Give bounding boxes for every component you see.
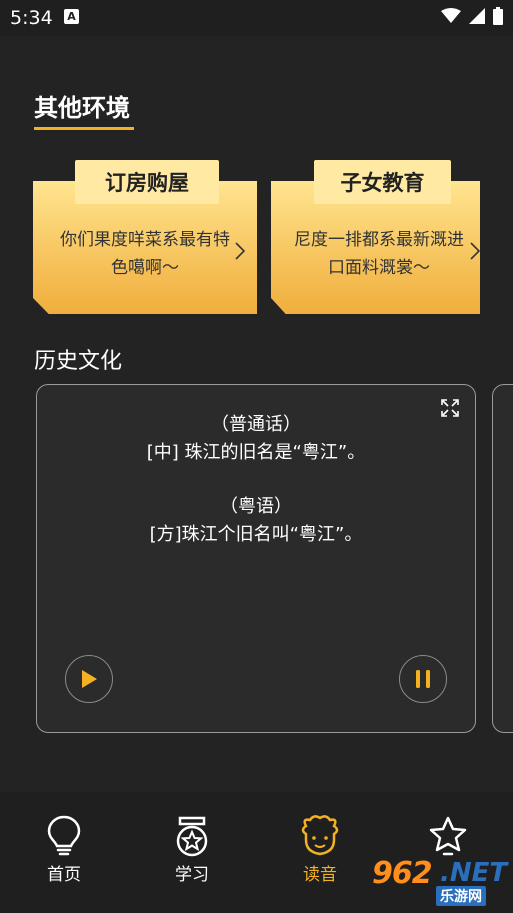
watermark-main: 962 [372, 856, 433, 891]
nav-item-learn[interactable]: 学习 [152, 814, 232, 885]
card-tag: 子女教育 [314, 160, 451, 204]
status-time: 5:34 [10, 7, 53, 29]
chevron-right-icon [470, 242, 480, 260]
audio-text: （普通话） [中] 珠江的旧名是“粤江”。 （粤语） [方]珠江个旧名叫“粤江”… [37, 411, 475, 549]
star-icon [429, 816, 467, 856]
nav-label-pronounce: 读音 [303, 865, 337, 885]
nav-item-pronounce[interactable]: 读音 [280, 814, 360, 885]
mandarin-tag: （普通话） [211, 414, 301, 435]
nav-item-home[interactable]: 首页 [24, 814, 104, 885]
nav-label-home: 首页 [47, 865, 81, 885]
wifi-icon [441, 8, 461, 23]
notification-a-icon: A [64, 9, 79, 24]
watermark-logo: 962 .NET 乐游网 [372, 856, 510, 906]
status-icons [441, 7, 503, 25]
mandarin-text: [中] 珠江的旧名是“粤江”。 [146, 442, 366, 463]
pause-button[interactable] [399, 655, 447, 703]
card-education[interactable]: 子女教育 尼度一排都系最新溉进口面料溉裳～ [271, 160, 480, 314]
cantonese-tag: （粤语） [220, 496, 292, 517]
watermark-sub: 乐游网 [436, 886, 486, 906]
history-title: 历史文化 [34, 349, 123, 374]
battery-icon [493, 7, 503, 25]
next-audio-card[interactable] [492, 384, 513, 733]
audio-card[interactable]: （普通话） [中] 珠江的旧名是“粤江”。 （粤语） [方]珠江个旧名叫“粤江”… [36, 384, 476, 733]
pause-icon [416, 670, 430, 688]
status-bar: 5:34 A [0, 0, 513, 36]
card-housing[interactable]: 订房购屋 你们果度咩菜系最有特色噶啊～ [33, 160, 257, 314]
cantonese-text: [方]珠江个旧名叫“粤江”。 [149, 524, 363, 545]
nav-item-favorites[interactable] [408, 814, 488, 860]
card-description: 尼度一排都系最新溉进口面料溉裳～ [294, 230, 464, 278]
card-tag: 订房购屋 [75, 160, 219, 204]
signal-icon [469, 8, 485, 24]
chevron-right-icon [235, 242, 245, 260]
title-underline [34, 127, 134, 130]
lightbulb-icon [47, 815, 81, 856]
sheep-icon [301, 815, 339, 856]
play-icon [82, 670, 97, 688]
medal-icon [176, 816, 208, 857]
nav-label-learn: 学习 [175, 865, 209, 885]
watermark-net: .NET [440, 858, 508, 888]
section-title: 其他环境 [34, 94, 130, 122]
play-button[interactable] [65, 655, 113, 703]
card-description: 你们果度咩菜系最有特色噶啊～ [60, 230, 230, 278]
